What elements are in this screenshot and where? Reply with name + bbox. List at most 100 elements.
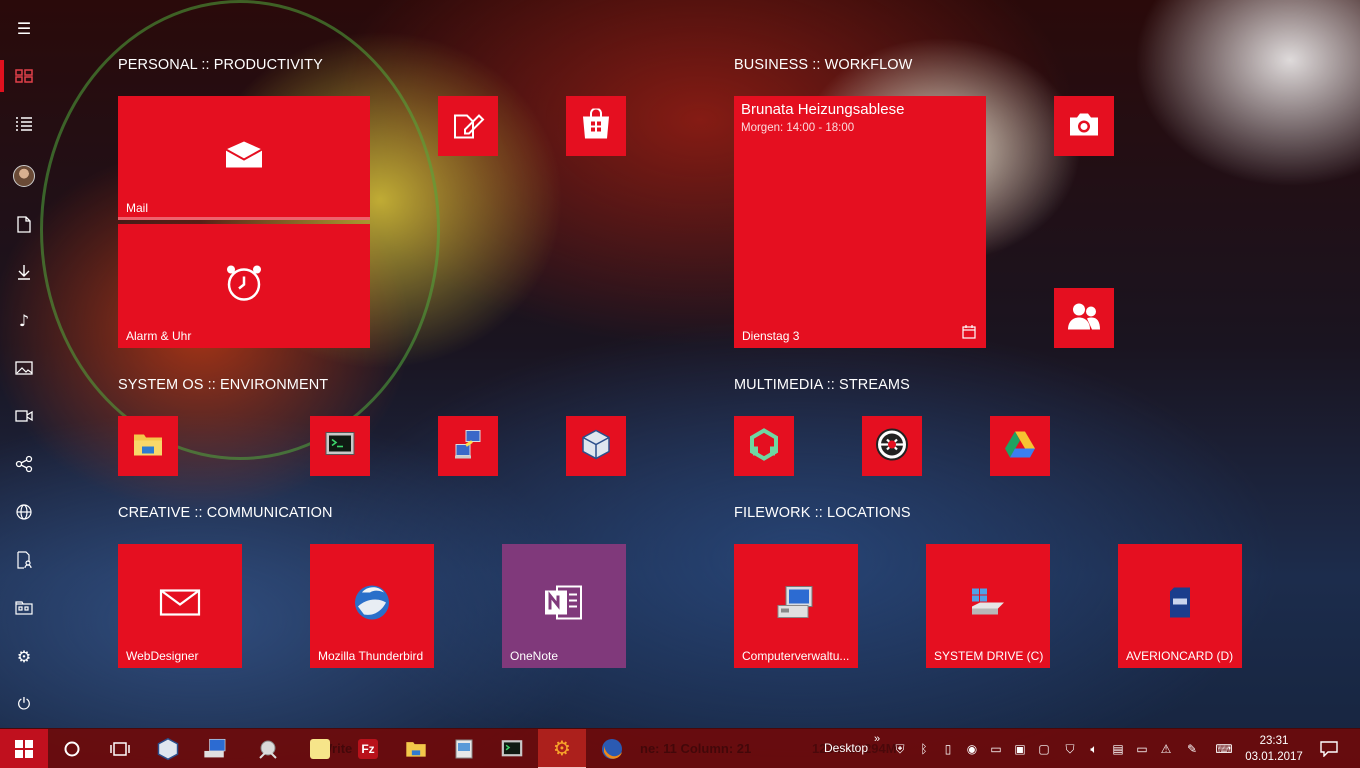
globe-icon xyxy=(16,504,32,520)
tile-mail[interactable]: Mail xyxy=(118,96,370,220)
tile-file-explorer[interactable] xyxy=(118,416,178,476)
tile-webdesigner[interactable]: WebDesigner xyxy=(118,544,242,668)
tile-thunderbird-label: Mozilla Thunderbird xyxy=(318,649,424,663)
terminal-taskbar-icon xyxy=(501,740,523,757)
bluetooth-tray-icon[interactable]: ᛒ xyxy=(912,729,936,768)
cortana-search-button[interactable] xyxy=(48,729,96,768)
tile-calendar[interactable]: Brunata Heizungsablese Morgen: 14:00 - 1… xyxy=(734,96,986,348)
taskbar-clock[interactable]: 23:31 03.01.2017 xyxy=(1244,733,1304,765)
tiles-view-icon[interactable] xyxy=(0,56,48,96)
tile-onenote-label: OneNote xyxy=(510,649,559,663)
tile-network-connections[interactable] xyxy=(438,416,498,476)
task-view-button[interactable] xyxy=(96,729,144,768)
tile-thunderbird[interactable]: Mozilla Thunderbird xyxy=(310,544,434,668)
battery-tray-icon[interactable]: ▭ xyxy=(1130,729,1154,768)
usb-tray-icon[interactable]: ▯ xyxy=(936,729,960,768)
hamburger-menu-icon[interactable]: ☰ xyxy=(0,8,48,48)
power-plug-tray-icon[interactable]: ⚠ xyxy=(1154,729,1178,768)
tile-camera[interactable] xyxy=(1054,96,1114,156)
tile-computerverwaltung[interactable]: Computerverwaltu... xyxy=(734,544,858,668)
tile-onenote[interactable]: OneNote xyxy=(502,544,626,668)
record-tray-icon[interactable]: ◉ xyxy=(960,729,984,768)
pictures-icon[interactable] xyxy=(0,348,48,388)
taskbar-settings-active[interactable]: ⚙ xyxy=(538,729,586,768)
start-left-rail: ☰ ♪ ⚙ ⏻ xyxy=(0,0,48,728)
calendar-event-time: Morgen: 14:00 - 18:00 xyxy=(741,122,855,134)
power-icon[interactable]: ⏻ xyxy=(0,684,48,724)
tile-people[interactable] xyxy=(1054,288,1114,348)
monitor-tray-icon[interactable]: ▣ xyxy=(1008,729,1032,768)
satellite-tool-icon xyxy=(259,740,277,759)
downloads-icon[interactable] xyxy=(0,252,48,292)
task-view-icon xyxy=(110,742,130,756)
user-avatar[interactable] xyxy=(0,156,48,196)
tile-system-drive[interactable]: SYSTEM DRIVE (C) xyxy=(926,544,1050,668)
taskbar-virtualbox[interactable] xyxy=(144,729,192,768)
taskbar-tools-app[interactable] xyxy=(244,729,292,768)
documents-icon[interactable] xyxy=(0,204,48,244)
tile-google-drive[interactable] xyxy=(990,416,1050,476)
people-icon xyxy=(1067,302,1101,335)
action-center-button[interactable] xyxy=(1312,729,1346,768)
tile-media-app-reel[interactable] xyxy=(862,416,922,476)
sticky-note-icon xyxy=(310,739,330,759)
group-title-multimedia[interactable]: MULTIMEDIA :: STREAMS xyxy=(734,377,910,393)
music-icon[interactable]: ♪ xyxy=(0,300,48,340)
settings-gear-icon: ⚙ xyxy=(553,736,571,760)
tile-virtualbox[interactable] xyxy=(566,416,626,476)
taskbar-terminal[interactable] xyxy=(488,729,536,768)
group-title-creative[interactable]: CREATIVE :: COMMUNICATION xyxy=(118,505,333,521)
folder-icon[interactable] xyxy=(0,588,48,628)
tile-mail-divider xyxy=(118,217,370,220)
taskbar-file-explorer[interactable] xyxy=(392,729,440,768)
taskbar-ghost-text-2: ne: 11 Column: 21 xyxy=(640,741,752,756)
settings-icon[interactable]: ⚙ xyxy=(0,636,48,676)
group-title-business[interactable]: BUSINESS :: WORKFLOW xyxy=(734,57,912,73)
avatar-image xyxy=(13,165,35,187)
tile-averioncard[interactable]: AVERIONCARD (D) xyxy=(1118,544,1242,668)
virtualbox-taskbar-icon xyxy=(157,737,179,761)
tile-notes[interactable] xyxy=(438,96,498,156)
taskbar-notes-app[interactable] xyxy=(296,729,344,768)
notification-icon xyxy=(1320,741,1338,757)
network-icon[interactable] xyxy=(0,444,48,484)
terminal-icon xyxy=(325,432,355,461)
start-button[interactable] xyxy=(0,729,48,768)
taskbar-image-viewer[interactable] xyxy=(440,729,488,768)
tile-alarm-label: Alarm & Uhr xyxy=(126,329,192,343)
windows-logo-icon xyxy=(15,740,33,758)
tile-computerverwaltung-label: Computerverwaltu... xyxy=(742,649,850,663)
shield-tray-icon[interactable]: ⛨ xyxy=(888,729,912,768)
group-title-system[interactable]: SYSTEM OS :: ENVIRONMENT xyxy=(118,377,328,393)
volume-tray-icon[interactable]: 🔈︎ xyxy=(1082,729,1106,768)
screen-tray-icon[interactable]: ▢ xyxy=(1032,729,1056,768)
tile-media-app-green[interactable] xyxy=(734,416,794,476)
tile-terminal[interactable] xyxy=(310,416,370,476)
computer-management-icon xyxy=(776,583,816,624)
onenote-icon xyxy=(543,582,585,625)
display-tray-icon[interactable]: ▭ xyxy=(984,729,1008,768)
google-drive-icon xyxy=(1004,431,1036,462)
group-title-personal[interactable]: PERSONAL :: PRODUCTIVITY xyxy=(118,57,323,73)
tile-store[interactable] xyxy=(566,96,626,156)
desktop-toolbar-label[interactable]: Desktop xyxy=(824,741,868,755)
toolbar-expand-chevrons[interactable]: » xyxy=(874,733,880,745)
taskbar-network-app[interactable] xyxy=(192,729,240,768)
note-edit-icon xyxy=(451,108,485,145)
network-tray-icon[interactable]: ▤ xyxy=(1106,729,1130,768)
tile-alarm[interactable]: Alarm & Uhr xyxy=(118,224,370,348)
videos-icon[interactable] xyxy=(0,396,48,436)
download-arrow-icon xyxy=(18,265,30,280)
document-icon xyxy=(17,215,31,233)
personal-folder-icon[interactable] xyxy=(0,492,48,532)
taskbar-firefox[interactable] xyxy=(588,729,636,768)
pen-tray-icon[interactable]: ✎ xyxy=(1180,729,1204,768)
file-explorer-icon[interactable] xyxy=(0,540,48,580)
taskbar-filezilla[interactable]: Fz xyxy=(344,729,392,768)
clock-date: 03.01.2017 xyxy=(1245,751,1303,763)
all-apps-list-icon[interactable] xyxy=(0,104,48,144)
keyboard-tray-icon[interactable]: ⌨ xyxy=(1210,729,1238,768)
network-computer-taskbar-icon xyxy=(204,738,226,758)
group-title-filework[interactable]: FILEWORK :: LOCATIONS xyxy=(734,505,911,521)
security-tray-icon[interactable]: ⛉ xyxy=(1058,729,1082,768)
